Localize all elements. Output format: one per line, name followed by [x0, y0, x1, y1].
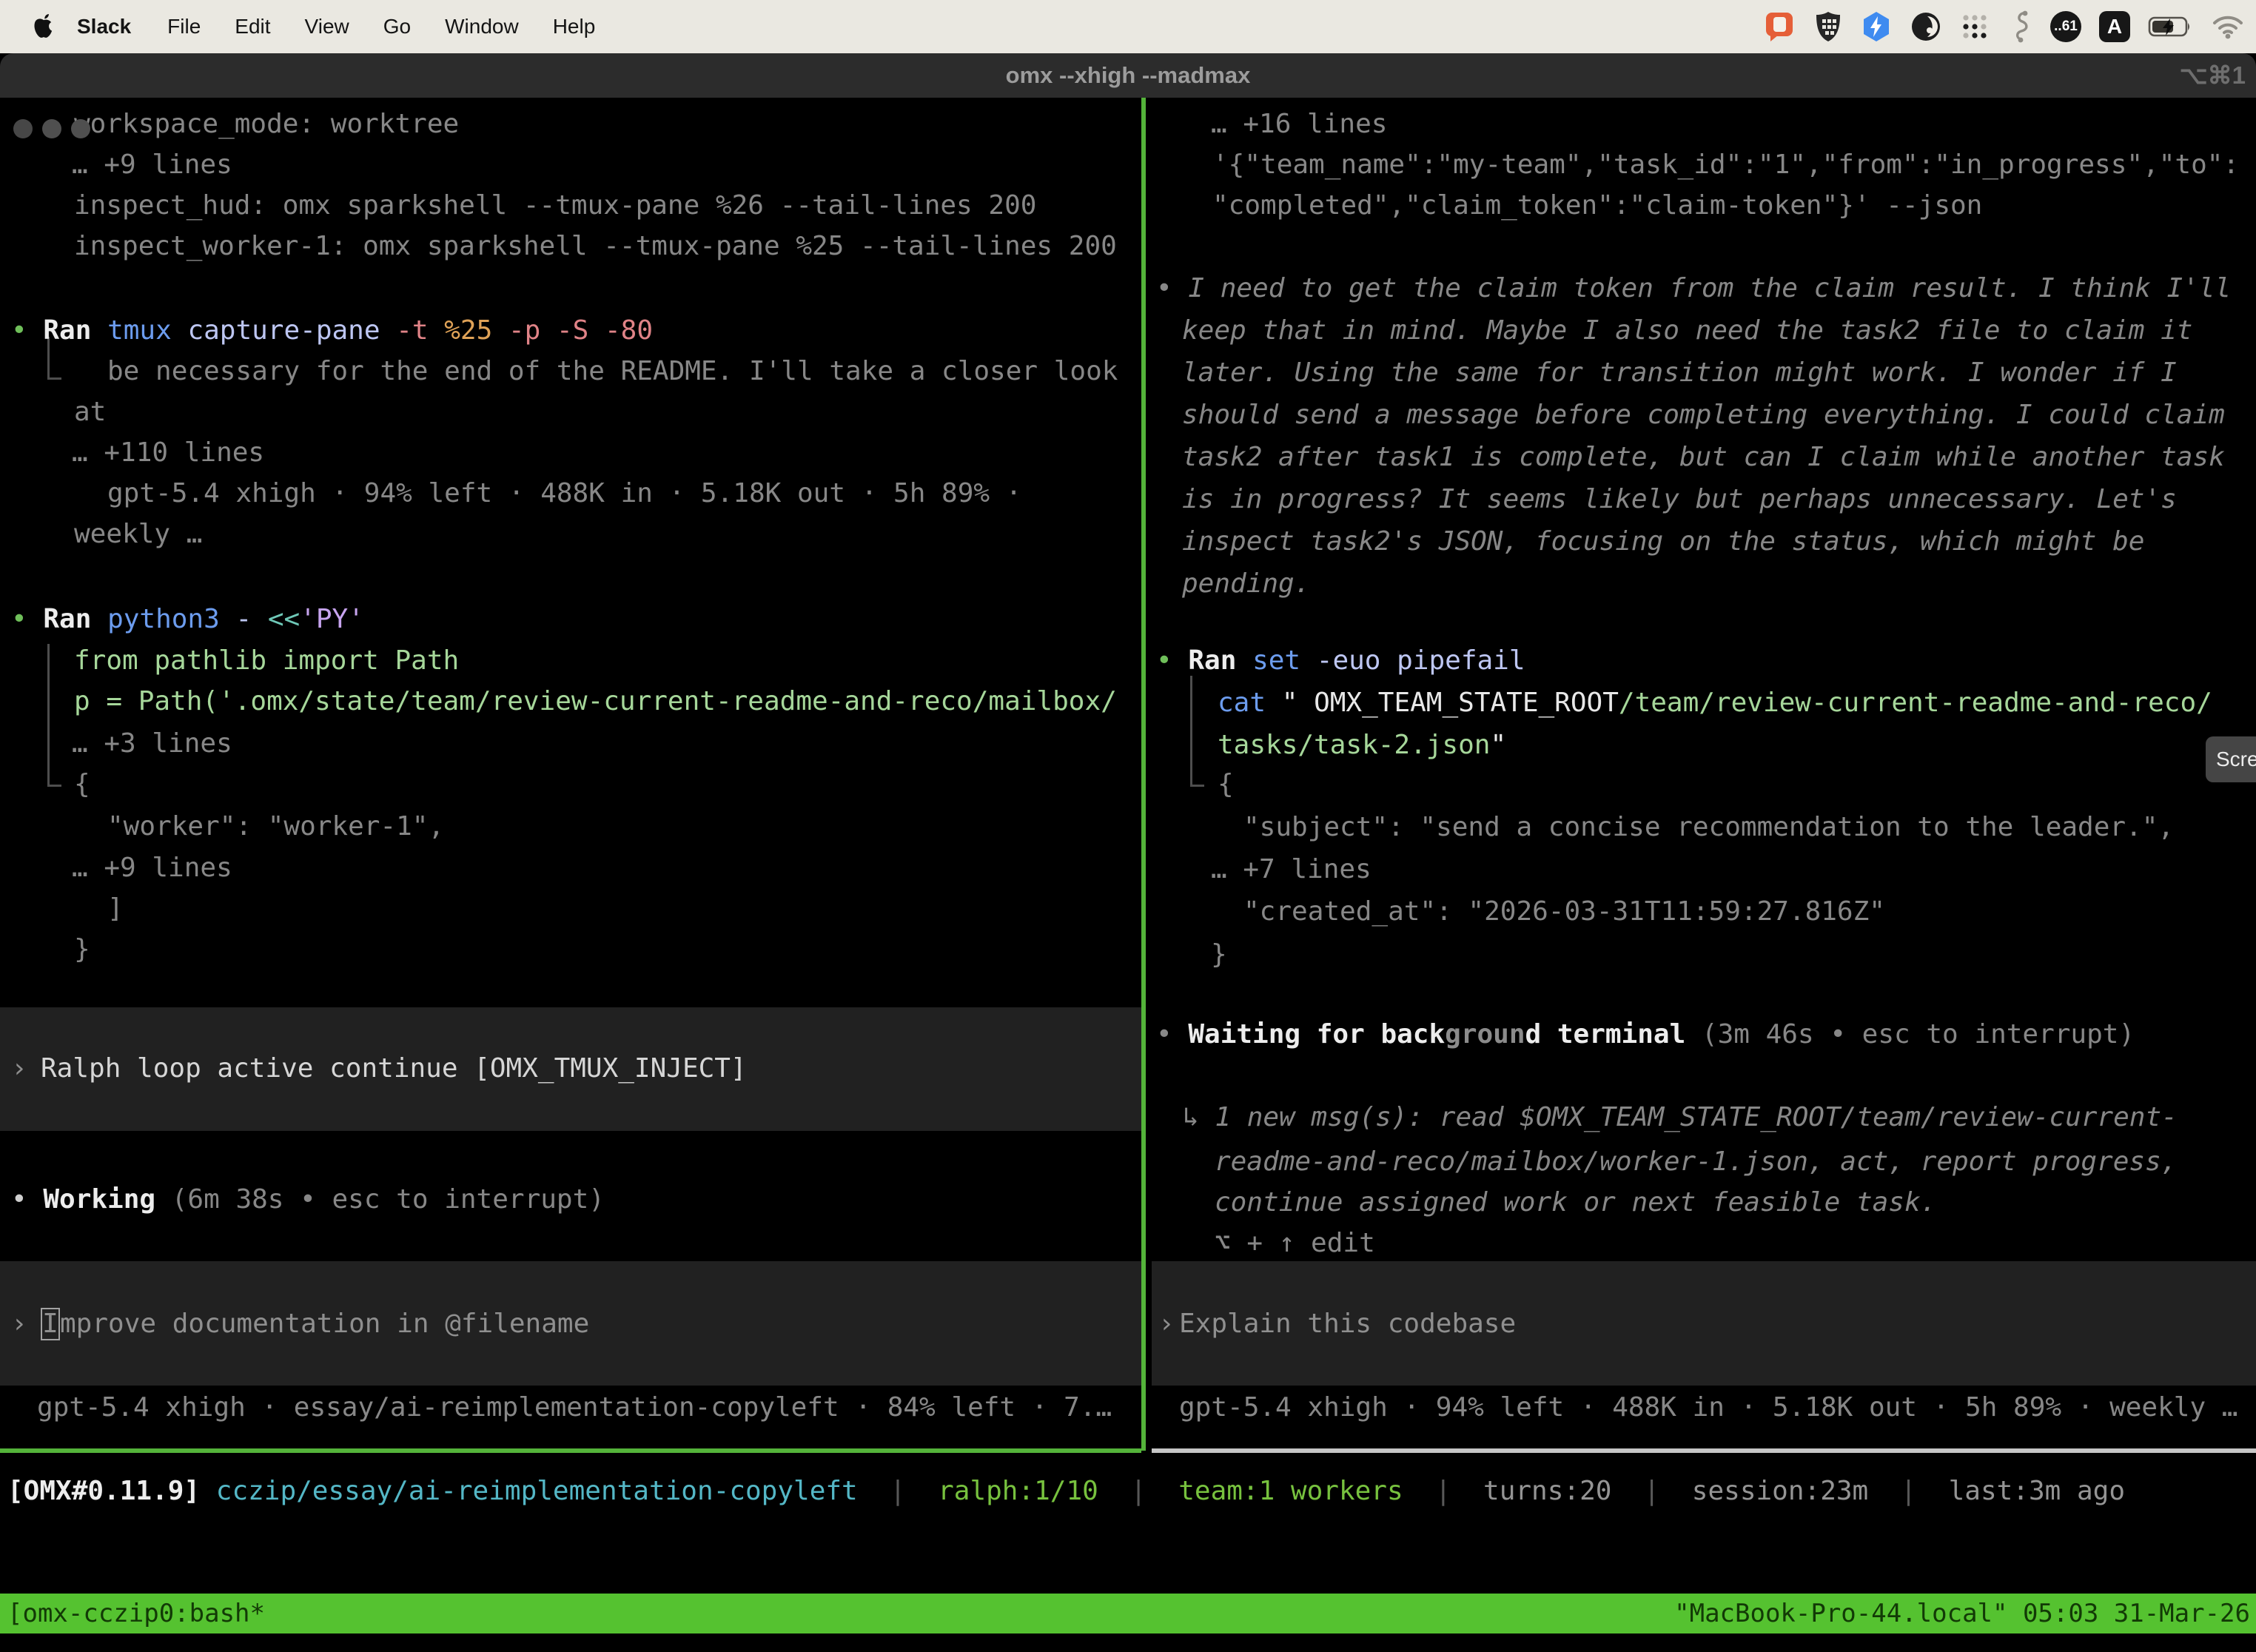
tmux-status-bar: [omx-cczip0:bash* "MacBook-Pro-44.local"…	[0, 1594, 2256, 1633]
terminal-line: "subject": "send a concise recommendatio…	[1243, 807, 2174, 848]
terminal-line: • Waiting for background terminal (3m 46…	[1156, 1014, 2135, 1055]
menu-item-file[interactable]: File	[150, 15, 218, 38]
prompt-chevron: ›	[11, 1048, 27, 1089]
wifi-icon[interactable]	[2212, 14, 2244, 39]
terminal-line: • Ran python3 - <<'PY'	[11, 599, 364, 640]
window-title-bar[interactable]: omx --xhigh --madmax ⌥⌘1	[0, 53, 2256, 98]
window-shortcut-badge: ⌥⌘1	[2180, 53, 2246, 98]
right-terminal-pane[interactable]: › Explain this codebase … +16 lines'{"te…	[1152, 98, 2256, 1453]
terminal-line: … +7 lines	[1211, 849, 1372, 890]
terminal-line: ↳ 1 new msg(s): read $OMX_TEAM_STATE_ROO…	[1183, 1097, 2178, 1138]
terminal-line: pending.	[1182, 563, 1310, 605]
menu-item-view[interactable]: View	[288, 15, 366, 38]
terminal-line: inspect_hud: omx sparkshell --tmux-pane …	[74, 185, 1036, 226]
terminal-line: gpt-5.4 xhigh · 94% left · 488K in · 5.1…	[1179, 1387, 2237, 1428]
terminal-line: "worker": "worker-1",	[107, 806, 444, 847]
terminal-line: workspace_mode: worktree	[74, 104, 459, 145]
terminal-line: later. Using the same for transition mig…	[1182, 352, 2177, 394]
terminal-line: tasks/task-2.json"	[1218, 725, 1506, 766]
terminal-line: • Ran tmux capture-pane -t %25 -p -S -80	[11, 310, 653, 352]
inactive-pane-border	[1152, 1448, 2256, 1453]
terminal-line: is in progress? It seems likely but perh…	[1182, 479, 2177, 520]
menu-bar: Slack File Edit View Go Window Help	[0, 0, 2256, 53]
terminal-line: "created_at": "2026-03-31T11:59:27.816Z"	[1243, 891, 1885, 933]
terminal-line: • Ran set -euo pipefail	[1156, 640, 1525, 682]
terminal-line: }	[74, 929, 90, 970]
terminal-line: cat "$OMX_TEAM_STATE_ROOT/team/review-cu…	[1218, 682, 2212, 724]
prompt-chevron: ›	[11, 1303, 27, 1345]
terminal-line: be necessary for the end of the README. …	[107, 351, 1118, 392]
tmux-window-label[interactable]: [omx-cczip0:bash*	[7, 1594, 265, 1633]
window-minimize-button[interactable]	[42, 119, 61, 138]
left-terminal-pane[interactable]: › Ralph loop active continue [OMX_TMUX_I…	[0, 98, 1141, 1453]
terminal-line: • I need to get the claim token from the…	[1156, 268, 2231, 309]
inject-banner-text: Ralph loop active continue [OMX_TMUX_INJ…	[41, 1048, 747, 1089]
terminal-line: … +9 lines	[72, 847, 232, 889]
menu-status-icons: ..61 A	[1763, 10, 2256, 44]
menu-item-window[interactable]: Window	[428, 15, 536, 38]
terminal-line: inspect_worker-1: omx sparkshell --tmux-…	[74, 226, 1117, 267]
screen-tooltip: Scre	[2206, 736, 2256, 782]
terminal-line: {	[74, 764, 90, 805]
prompt-input[interactable]: › I mprove documentation in @filename	[0, 1261, 1141, 1386]
menu-item-help[interactable]: Help	[536, 15, 613, 38]
terminal-line: • Working (6m 38s • esc to interrupt)	[11, 1179, 605, 1220]
keypad-shield-icon[interactable]	[1813, 10, 1843, 43]
window-title: omx --xhigh --madmax	[1006, 53, 1251, 98]
terminal-line: … +16 lines	[1211, 104, 1387, 145]
menu-app-name[interactable]: Slack	[58, 15, 150, 38]
terminal-line: continue assigned work or next feasible …	[1215, 1182, 1936, 1223]
terminal-line: … +9 lines	[72, 144, 232, 186]
terminal-line: ⌥ + ↑ edit	[1215, 1223, 1375, 1264]
terminal-line: keep that in mind. Maybe I also need the…	[1182, 310, 2192, 352]
terminal-line: … +110 lines	[72, 432, 264, 474]
input-placeholder: mprove documentation in @filename	[60, 1303, 589, 1345]
window-zoom-button[interactable]	[71, 119, 90, 138]
terminal-line: from pathlib import Path	[74, 640, 459, 682]
input-source-label: A	[2107, 15, 2122, 38]
percent-badge-icon[interactable]: ..61	[2050, 11, 2081, 42]
prompt-chevron: ›	[1158, 1303, 1175, 1345]
terminal-line: '{"team_name":"my-team","task_id":"1","f…	[1212, 144, 2239, 186]
input-source-icon[interactable]: A	[2099, 11, 2130, 42]
terminal-line: "completed","claim_token":"claim-token"}…	[1212, 185, 1982, 226]
menu-item-go[interactable]: Go	[366, 15, 428, 38]
battery-icon[interactable]	[2148, 16, 2194, 38]
tmux-host-clock: "MacBook-Pro-44.local" 05:03 31-Mar-26	[1674, 1594, 2250, 1633]
terminal-line: should send a message before completing …	[1182, 394, 2225, 436]
terminal-line: gpt-5.4 xhigh · essay/ai-reimplementatio…	[37, 1387, 1112, 1428]
terminal-line: weekly …	[74, 514, 202, 555]
terminal-line: p = Path('.omx/state/team/review-current…	[74, 681, 1117, 722]
suggestion-input[interactable]: › Explain this codebase	[1152, 1261, 2256, 1386]
screen-tooltip-text: Scre	[2206, 736, 2256, 782]
pane-divider[interactable]	[1141, 98, 1146, 1451]
screenshot-chat-icon[interactable]	[1763, 10, 1796, 43]
terminal-line: inspect task2's JSON, focusing on the st…	[1182, 521, 2144, 563]
terminal-line: {	[1218, 764, 1234, 805]
screen: Slack File Edit View Go Window Help	[0, 0, 2256, 1652]
window-close-button[interactable]	[13, 119, 33, 138]
terminal-line: readme-and-reco/mailbox/worker-1.json, a…	[1215, 1141, 2177, 1183]
output-connector	[1190, 676, 1204, 787]
suggestion-text: Explain this codebase	[1179, 1303, 1516, 1345]
menu-item-edit[interactable]: Edit	[218, 15, 287, 38]
squiggle-app-icon[interactable]	[2007, 10, 2032, 44]
terminal-line: task2 after task1 is complete, but can I…	[1182, 437, 2225, 478]
crescent-app-icon[interactable]	[1910, 10, 1942, 43]
active-pane-border	[0, 1448, 1141, 1453]
inject-banner: › Ralph loop active continue [OMX_TMUX_I…	[0, 1007, 1141, 1131]
terminal-line: }	[1211, 934, 1227, 976]
terminal-line: gpt-5.4 xhigh · 94% left · 488K in · 5.1…	[107, 473, 1021, 514]
text-cursor: I	[41, 1308, 60, 1340]
dots-grid-icon[interactable]	[1960, 12, 1990, 41]
apple-menu-icon[interactable]	[33, 13, 55, 40]
output-connector	[47, 644, 61, 787]
terminal-line: ]	[107, 888, 124, 930]
percent-badge-label: ..61	[2054, 19, 2078, 35]
terminal-line: … +3 lines	[72, 723, 232, 765]
terminal-line: at	[74, 392, 106, 433]
omx-status-line: [OMX#0.11.9] cczip/essay/ai-reimplementa…	[7, 1471, 2125, 1512]
blue-gem-icon[interactable]	[1861, 10, 1892, 43]
